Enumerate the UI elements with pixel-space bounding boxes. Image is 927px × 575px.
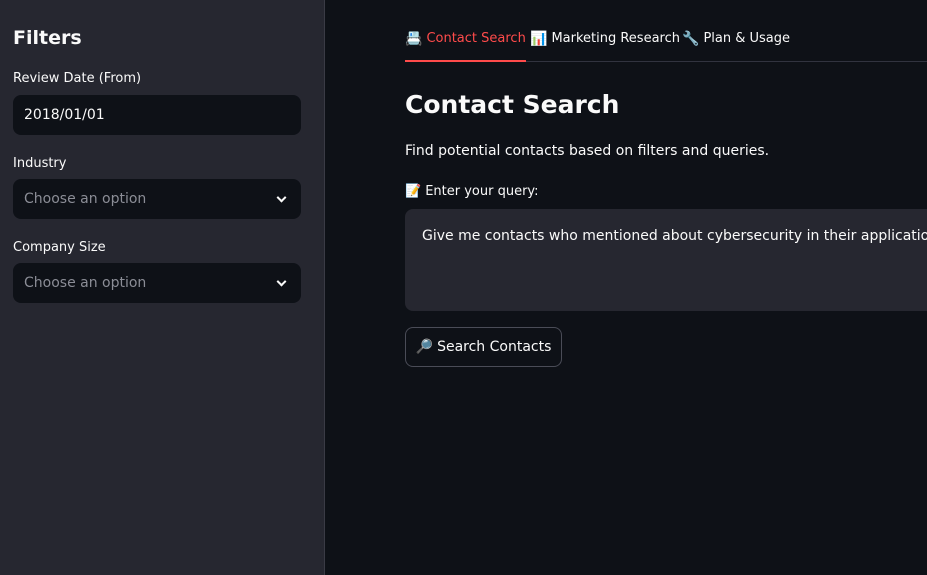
tab-label: Contact Search	[426, 31, 526, 46]
query-textarea[interactable]: Give me contacts who mentioned about cyb…	[405, 209, 927, 311]
page-description: Find potential contacts based on filters…	[405, 143, 770, 159]
sidebar-title: Filters	[13, 27, 82, 49]
search-button-label: Search Contacts	[437, 339, 552, 355]
tab-label: Plan & Usage	[703, 31, 791, 46]
review-date-value: 2018/01/01	[24, 107, 105, 123]
company-size-select[interactable]: Choose an option	[13, 263, 301, 303]
sidebar: Filters Review Date (From) 2018/01/01 In…	[0, 0, 325, 575]
tab-plan-usage[interactable]: 🔧 Plan & Usage	[682, 28, 790, 62]
query-label: 📝 Enter your query:	[405, 184, 539, 199]
magnifier-icon: 🔎	[415, 339, 434, 355]
search-contacts-button[interactable]: 🔎 Search Contacts	[405, 327, 562, 367]
industry-select[interactable]: Choose an option	[13, 179, 301, 219]
chevron-down-icon	[276, 192, 287, 203]
card-index-icon: 📇	[405, 31, 423, 47]
app-root: Filters Review Date (From) 2018/01/01 In…	[0, 0, 927, 575]
review-date-label: Review Date (From)	[13, 71, 142, 86]
tab-marketing-research[interactable]: 📊 Marketing Research	[530, 28, 680, 62]
company-size-placeholder: Choose an option	[24, 275, 147, 291]
industry-placeholder: Choose an option	[24, 191, 147, 207]
memo-icon: 📝	[405, 184, 422, 199]
main-content: 📇 Contact Search 📊 Marketing Research 🔧 …	[326, 0, 927, 575]
tab-contact-search[interactable]: 📇 Contact Search	[405, 28, 526, 62]
bar-chart-icon: 📊	[530, 31, 548, 47]
company-size-label: Company Size	[13, 240, 106, 255]
industry-label: Industry	[13, 156, 67, 171]
review-date-input[interactable]: 2018/01/01	[13, 95, 301, 135]
query-label-text: Enter your query:	[425, 184, 539, 199]
tab-bar: 📇 Contact Search 📊 Marketing Research 🔧 …	[405, 28, 927, 62]
chevron-down-icon	[276, 276, 287, 287]
tab-label: Marketing Research	[551, 31, 680, 46]
page-title: Contact Search	[405, 90, 620, 119]
wrench-icon: 🔧	[682, 31, 700, 47]
